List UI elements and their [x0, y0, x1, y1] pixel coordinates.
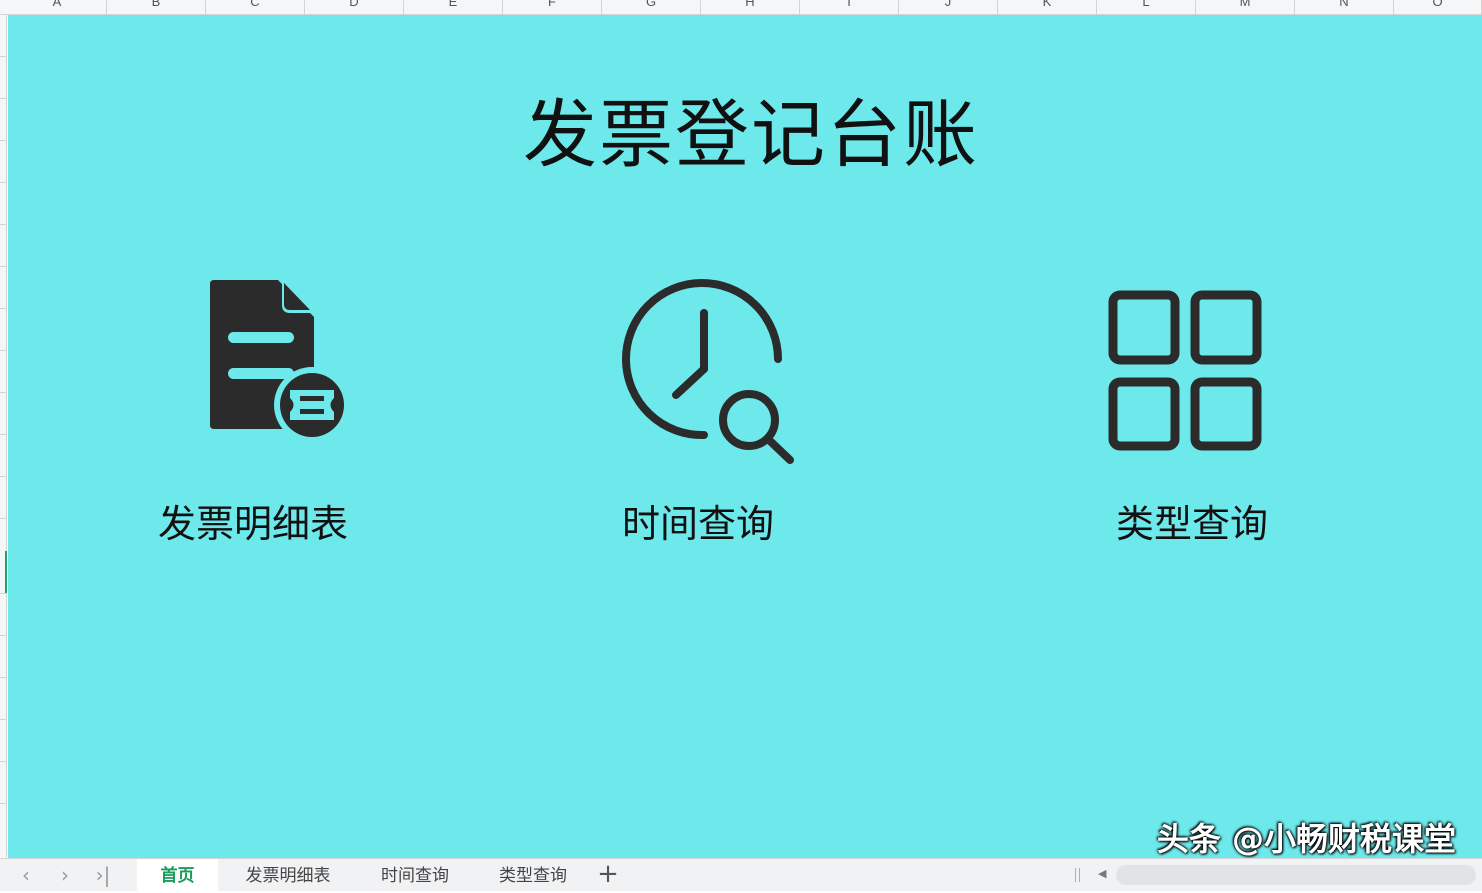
sheet-tab-invoice-details[interactable]: 发票明细表	[230, 859, 346, 891]
scrollbar-split-handle[interactable]	[1075, 868, 1080, 882]
row-header-gutter[interactable]	[0, 15, 7, 858]
column-header[interactable]: F	[503, 0, 602, 14]
sheet-tab-bar: ‹ › ›| 首页 发票明细表 时间查询 类型查询 + ◀	[0, 858, 1482, 891]
row-divider	[0, 56, 7, 57]
last-sheet-icon[interactable]: ›|	[93, 864, 113, 886]
add-sheet-button[interactable]: +	[596, 861, 620, 887]
row-divider	[0, 761, 7, 762]
row-divider	[0, 677, 7, 678]
row-divider	[0, 518, 7, 519]
nav-label-type-query[interactable]: 类型查询	[1116, 493, 1268, 548]
row-divider	[0, 476, 7, 477]
row-divider	[0, 308, 7, 309]
sheet-tab-time-query[interactable]: 时间查询	[366, 859, 464, 891]
column-header[interactable]: L	[1097, 0, 1196, 14]
row-divider	[0, 392, 7, 393]
horizontal-scrollbar[interactable]	[1116, 865, 1476, 885]
row-divider	[0, 98, 7, 99]
column-header[interactable]: A	[8, 0, 107, 14]
column-header[interactable]: N	[1295, 0, 1394, 14]
chevron-right-icon[interactable]: ›	[55, 864, 75, 886]
column-header[interactable]: O	[1394, 0, 1482, 14]
row-divider	[0, 593, 7, 594]
invoice-document-icon[interactable]	[204, 277, 360, 447]
active-row-indicator	[5, 551, 7, 593]
column-header[interactable]: H	[701, 0, 800, 14]
dashboard-title: 发票登记台账	[523, 92, 979, 178]
column-header[interactable]: M	[1196, 0, 1295, 14]
row-divider	[0, 635, 7, 636]
column-header[interactable]: B	[107, 0, 206, 14]
column-header[interactable]: K	[998, 0, 1097, 14]
column-header[interactable]: E	[404, 0, 503, 14]
column-header[interactable]: I	[800, 0, 899, 14]
sheet-tab-home[interactable]: 首页	[137, 859, 218, 891]
clock-search-icon[interactable]	[614, 277, 810, 473]
column-header-bar: A B C D E F G H I J K L M N O	[0, 0, 1482, 15]
nav-label-invoice-details[interactable]: 发票明细表	[158, 493, 348, 548]
row-divider	[0, 350, 7, 351]
column-header[interactable]: J	[899, 0, 998, 14]
watermark: 头条 @小畅财税课堂	[1156, 820, 1456, 858]
row-divider	[0, 434, 7, 435]
column-header[interactable]: G	[602, 0, 701, 14]
row-divider	[0, 266, 7, 267]
row-divider	[0, 803, 7, 804]
chevron-left-icon[interactable]: ‹	[16, 864, 36, 886]
sheet-tab-type-query[interactable]: 类型查询	[484, 859, 582, 891]
scroll-left-arrow-icon[interactable]: ◀	[1098, 867, 1106, 880]
nav-label-time-query[interactable]: 时间查询	[622, 493, 774, 548]
dashboard-canvas: 发票登记台账 发票明细表 时间查询 类型查询 头条 @小畅财税课堂	[8, 15, 1482, 858]
row-divider	[0, 224, 7, 225]
grid-four-squares-icon[interactable]	[1104, 287, 1264, 453]
column-header[interactable]: C	[206, 0, 305, 14]
row-divider	[0, 140, 7, 141]
column-header[interactable]: D	[305, 0, 404, 14]
row-divider	[0, 182, 7, 183]
row-divider	[0, 719, 7, 720]
